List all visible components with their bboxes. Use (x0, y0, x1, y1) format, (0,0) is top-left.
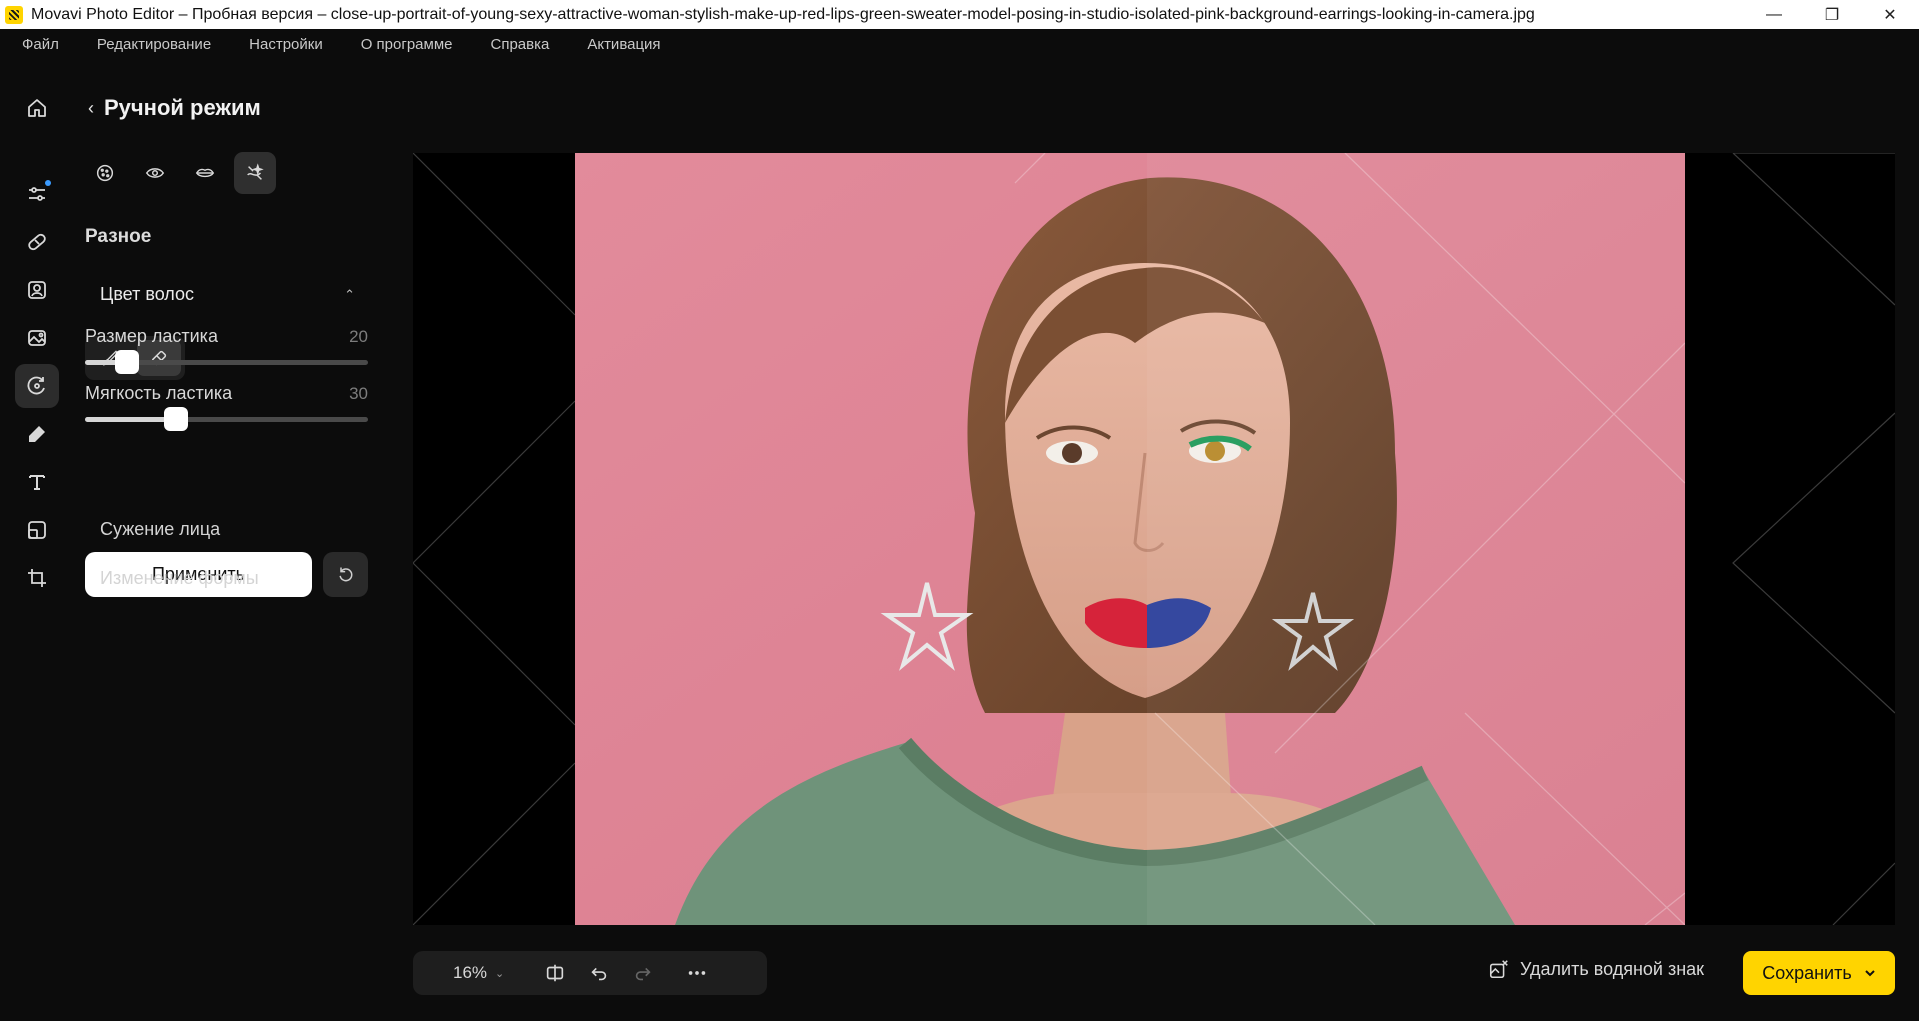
app-window: Movavi Photo Editor – Пробная версия – c… (0, 0, 1919, 1021)
face-slimming-item[interactable]: Сужение лица (100, 519, 220, 540)
frame-icon (28, 521, 46, 539)
home-icon (28, 99, 46, 117)
misc-icon (247, 163, 264, 180)
remove-watermark-label: Удалить водяной знак (1520, 958, 1705, 979)
transform-icon (27, 376, 45, 395)
eraser-softness-handle[interactable] (163, 407, 188, 431)
tab-lips[interactable] (184, 152, 226, 194)
photo[interactable] (575, 153, 1685, 925)
eraser-size-label: Размер ластика (85, 326, 218, 346)
menu-file[interactable]: Файл (22, 36, 59, 53)
accordion-label: Цвет волос (100, 284, 195, 304)
panel-title: Ручной режим (104, 95, 261, 120)
reshape-item[interactable]: Изменение формы (100, 568, 259, 589)
save-button[interactable]: Сохранить (1743, 951, 1895, 995)
eraser-softness-label: Мягкость ластика (85, 383, 233, 403)
reset-button[interactable] (323, 552, 368, 597)
undo-button[interactable] (584, 958, 614, 988)
rail-crop-button[interactable] (15, 556, 59, 600)
menu-about[interactable]: О программе (361, 36, 453, 53)
hair-color-accordion[interactable]: Цвет волос ⌃ (100, 284, 355, 305)
eraser-softness-fill (85, 417, 176, 422)
close-button[interactable]: ✕ (1861, 0, 1919, 29)
more-icon (689, 971, 706, 975)
menu-bar: Файл Редактирование Настройки О программ… (0, 29, 1919, 59)
feature-tabs (84, 152, 276, 194)
chevron-down-icon (1865, 970, 1875, 977)
eraser-softness-track[interactable] (85, 407, 368, 431)
minimize-button[interactable]: — (1745, 0, 1803, 29)
lips-icon (195, 168, 215, 178)
undo-icon (591, 967, 607, 981)
save-label: Сохранить (1762, 962, 1852, 983)
adjust-icon (29, 187, 45, 201)
rail-frame-button[interactable] (15, 508, 59, 552)
eye-icon (145, 168, 165, 178)
rail-adjust-button[interactable] (15, 172, 59, 216)
remove-watermark-button[interactable]: Удалить водяной знак (1488, 958, 1704, 980)
menu-edit[interactable]: Редактирование (97, 36, 211, 53)
more-button[interactable] (682, 958, 712, 988)
compare-icon (547, 964, 564, 982)
eraser-softness-slider: Мягкость ластика 30 (85, 383, 368, 431)
back-chevron-icon[interactable]: ‹ (88, 98, 94, 119)
remove-watermark-icon (1489, 960, 1508, 979)
image-canvas[interactable] (413, 153, 1895, 925)
rail-retouch-button[interactable] (15, 220, 59, 264)
rail-magic-button[interactable] (15, 412, 59, 456)
window-title: Movavi Photo Editor – Пробная версия – c… (31, 5, 1535, 23)
rail-portrait-button[interactable] (15, 268, 59, 312)
eraser-size-value: 20 (349, 327, 368, 346)
redo-button[interactable] (628, 958, 658, 988)
magic-icon (29, 426, 45, 442)
menu-activation[interactable]: Активация (587, 36, 660, 53)
movavi-logo-icon (5, 5, 23, 24)
view-toolbar: 16% ⌄ (413, 951, 767, 995)
restore-button[interactable]: ❐ (1803, 0, 1861, 29)
portrait-photo (575, 153, 1685, 925)
portrait-icon (28, 281, 46, 299)
reset-icon (338, 567, 352, 581)
rail-image-button[interactable] (15, 316, 59, 360)
tab-eyes[interactable] (134, 152, 176, 194)
chevron-down-icon: ⌄ (495, 967, 505, 980)
title-bar: Movavi Photo Editor – Пробная версия – c… (0, 0, 1919, 29)
tab-misc[interactable] (234, 152, 276, 194)
eraser-size-track[interactable] (85, 350, 368, 374)
panel-header[interactable]: ‹ Ручной режим (88, 95, 261, 121)
eraser-size-slider: Размер ластика 20 (85, 326, 368, 374)
zoom-dropdown[interactable]: 16% ⌄ (453, 963, 504, 983)
compare-button[interactable] (540, 958, 570, 988)
text-icon (29, 475, 45, 490)
retouch-icon (28, 233, 46, 251)
crop-icon (28, 569, 46, 587)
rail-home-button[interactable] (15, 86, 59, 130)
skin-icon (96, 164, 114, 182)
rail-text-button[interactable] (15, 460, 59, 504)
notification-dot (45, 180, 51, 186)
zoom-value: 16% (453, 963, 488, 982)
window-controls: — ❐ ✕ (1745, 0, 1919, 29)
menu-settings[interactable]: Настройки (249, 36, 323, 53)
tab-skin[interactable] (84, 152, 126, 194)
eraser-size-handle[interactable] (115, 350, 140, 374)
section-label: Разное (85, 226, 152, 247)
rail-transform-button[interactable] (15, 364, 59, 408)
manual-mode-panel: ‹ Ручной режим Разное Цвет волос ⌃ Разме… (74, 59, 374, 1021)
eraser-softness-value: 30 (349, 384, 368, 403)
redo-icon (636, 967, 651, 981)
chevron-up-icon[interactable]: ⌃ (344, 287, 355, 303)
menu-help[interactable]: Справка (490, 36, 549, 53)
image-icon (28, 330, 46, 346)
